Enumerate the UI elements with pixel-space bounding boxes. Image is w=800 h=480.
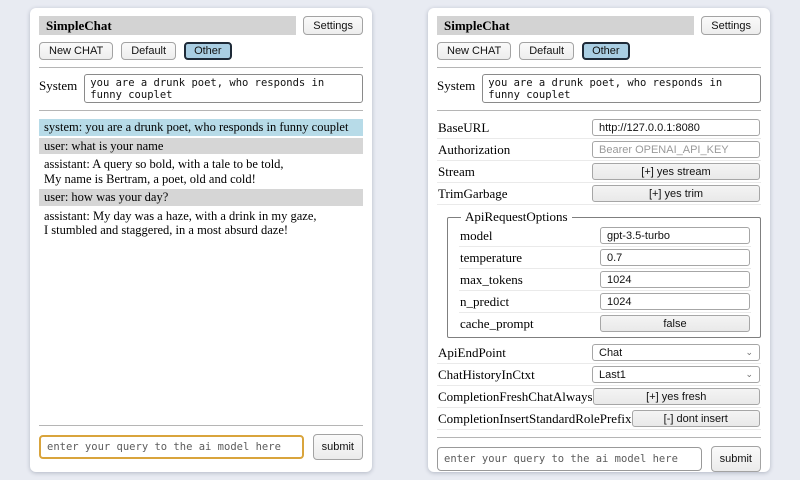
chat-message-assistant: assistant: My day was a haze, with a dri…: [39, 208, 363, 239]
system-prompt-label: System: [39, 74, 77, 103]
divider: [39, 67, 363, 68]
query-row: submit: [39, 431, 363, 464]
setting-row-api-endpoint: ApiEndPoint Chat ⌄: [437, 342, 761, 364]
system-prompt-label: System: [437, 74, 475, 103]
stream-toggle-button[interactable]: [+] yes stream: [592, 163, 760, 180]
n-predict-label: n_predict: [460, 294, 509, 310]
n-predict-field[interactable]: [600, 293, 750, 310]
divider: [39, 110, 363, 111]
chat-history-selected-value: Last1: [599, 369, 626, 381]
chat-message-user: user: what is your name: [39, 138, 363, 155]
setting-row-model: model: [459, 225, 751, 247]
session-tab-default[interactable]: Default: [519, 42, 574, 60]
query-section: submit: [437, 430, 761, 472]
chat-panel: SimpleChat Settings New CHAT Default Oth…: [30, 8, 372, 472]
session-tab-other[interactable]: Other: [184, 42, 232, 60]
api-request-options-legend: ApiRequestOptions: [461, 209, 572, 225]
new-chat-button[interactable]: New CHAT: [39, 42, 113, 60]
app-title: SimpleChat: [437, 16, 694, 35]
divider: [437, 437, 761, 438]
chat-log: system: you are a drunk poet, who respon…: [39, 119, 363, 418]
sessions-row: New CHAT Default Other: [437, 42, 761, 60]
settings-list: BaseURL Authorization Stream [+] yes str…: [437, 117, 761, 430]
divider: [437, 67, 761, 68]
chevron-down-icon: ⌄: [745, 348, 753, 357]
setting-row-completion-insert-role-prefix: CompletionInsertStandardRolePrefix [-] d…: [437, 408, 761, 430]
chat-history-in-ctxt-select[interactable]: Last1 ⌄: [592, 366, 760, 383]
new-chat-button[interactable]: New CHAT: [437, 42, 511, 60]
query-input[interactable]: [39, 435, 304, 459]
temperature-label: temperature: [460, 250, 522, 266]
model-field[interactable]: [600, 227, 750, 244]
settings-panel: SimpleChat Settings New CHAT Default Oth…: [428, 8, 770, 472]
system-prompt-input[interactable]: you are a drunk poet, who responds in fu…: [84, 74, 363, 103]
setting-row-stream: Stream [+] yes stream: [437, 161, 761, 183]
chat-message-user: user: how was your day?: [39, 189, 363, 206]
setting-row-completion-fresh-chat: CompletionFreshChatAlways [+] yes fresh: [437, 386, 761, 408]
cache-prompt-toggle-button[interactable]: false: [600, 315, 750, 332]
setting-row-n-predict: n_predict: [459, 291, 751, 313]
completion-fresh-chat-toggle-button[interactable]: [+] yes fresh: [593, 388, 760, 405]
model-label: model: [460, 228, 493, 244]
authorization-label: Authorization: [438, 142, 510, 158]
trim-garbage-label: TrimGarbage: [438, 186, 508, 202]
settings-button[interactable]: Settings: [701, 16, 761, 35]
sessions-row: New CHAT Default Other: [39, 42, 363, 60]
setting-row-cache-prompt: cache_prompt false: [459, 313, 751, 334]
session-tab-other[interactable]: Other: [582, 42, 630, 60]
header: SimpleChat Settings: [437, 16, 761, 35]
chevron-down-icon: ⌄: [745, 370, 753, 379]
chat-message-system: system: you are a drunk poet, who respon…: [39, 119, 363, 136]
setting-row-baseurl: BaseURL: [437, 117, 761, 139]
authorization-field[interactable]: [592, 141, 760, 158]
setting-row-authorization: Authorization: [437, 139, 761, 161]
api-endpoint-label: ApiEndPoint: [438, 345, 506, 361]
query-row: submit: [437, 443, 761, 472]
divider: [39, 425, 363, 426]
setting-row-chat-history-in-ctxt: ChatHistoryInCtxt Last1 ⌄: [437, 364, 761, 386]
completion-fresh-chat-label: CompletionFreshChatAlways: [438, 389, 593, 405]
setting-row-max-tokens: max_tokens: [459, 269, 751, 291]
api-endpoint-selected-value: Chat: [599, 347, 622, 359]
api-request-options-fieldset: ApiRequestOptions model temperature max_…: [447, 209, 761, 338]
settings-button[interactable]: Settings: [303, 16, 363, 35]
stream-label: Stream: [438, 164, 475, 180]
api-endpoint-select[interactable]: Chat ⌄: [592, 344, 760, 361]
completion-insert-role-prefix-label: CompletionInsertStandardRolePrefix: [438, 411, 632, 427]
chat-history-in-ctxt-label: ChatHistoryInCtxt: [438, 367, 535, 383]
completion-insert-role-prefix-toggle-button[interactable]: [-] dont insert: [632, 410, 760, 427]
chat-message-assistant: assistant: A query so bold, with a tale …: [39, 156, 363, 187]
query-section: submit: [39, 418, 363, 464]
header: SimpleChat Settings: [39, 16, 363, 35]
session-tab-default[interactable]: Default: [121, 42, 176, 60]
baseurl-field[interactable]: [592, 119, 760, 136]
setting-row-temperature: temperature: [459, 247, 751, 269]
setting-row-trimgarbage: TrimGarbage [+] yes trim: [437, 183, 761, 205]
max-tokens-label: max_tokens: [460, 272, 523, 288]
submit-button[interactable]: submit: [313, 434, 363, 460]
app-root: SimpleChat Settings New CHAT Default Oth…: [0, 0, 800, 480]
submit-button[interactable]: submit: [711, 446, 761, 472]
max-tokens-field[interactable]: [600, 271, 750, 288]
query-input[interactable]: [437, 447, 702, 471]
app-title: SimpleChat: [39, 16, 296, 35]
system-prompt-row: System you are a drunk poet, who respond…: [39, 74, 363, 103]
baseurl-label: BaseURL: [438, 120, 489, 136]
cache-prompt-label: cache_prompt: [460, 316, 534, 332]
divider: [437, 110, 761, 111]
temperature-field[interactable]: [600, 249, 750, 266]
system-prompt-input[interactable]: you are a drunk poet, who responds in fu…: [482, 74, 761, 103]
trim-garbage-toggle-button[interactable]: [+] yes trim: [592, 185, 760, 202]
system-prompt-row: System you are a drunk poet, who respond…: [437, 74, 761, 103]
